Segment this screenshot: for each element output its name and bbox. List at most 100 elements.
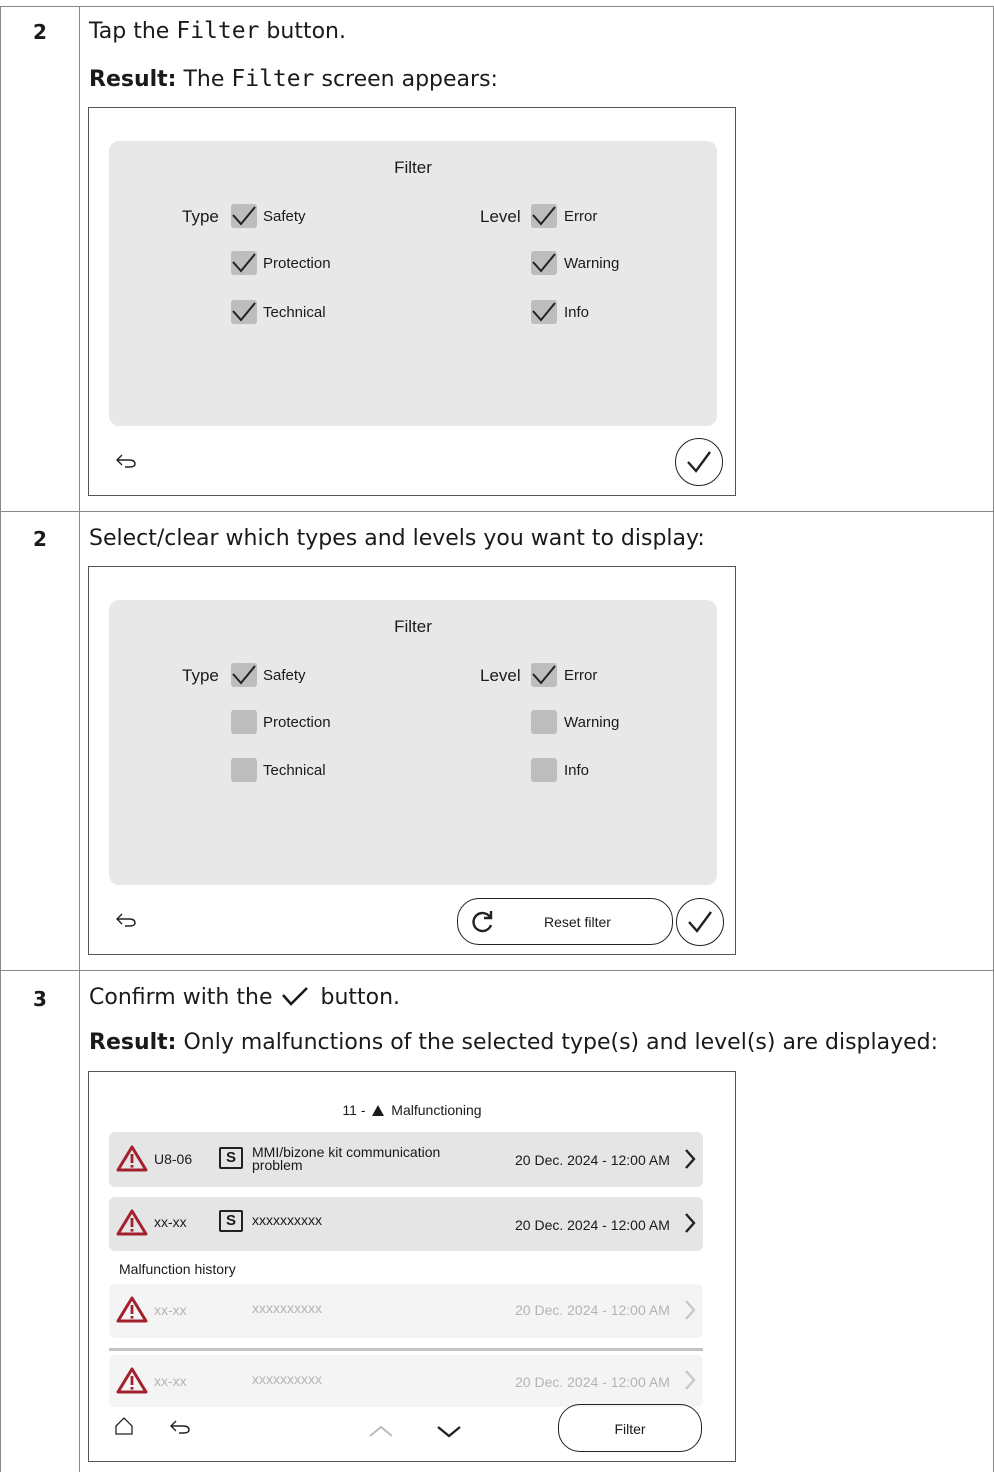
malfunction-date: 20 Dec. 2024 - 12:00 AM xyxy=(515,1374,670,1390)
chevron-right-icon xyxy=(685,1300,696,1320)
checkbox-error[interactable] xyxy=(531,204,557,228)
option-protection: Protection xyxy=(263,714,331,731)
home-icon[interactable] xyxy=(114,1416,134,1436)
checkbox-warning[interactable] xyxy=(531,251,557,275)
warning-icon xyxy=(116,1367,148,1394)
chevron-right-icon xyxy=(685,1149,696,1169)
malfunction-description: xxxxxxxxxx xyxy=(252,1300,322,1316)
table-border-row1 xyxy=(0,511,994,512)
malfunction-date: 20 Dec. 2024 - 12:00 AM xyxy=(515,1217,670,1233)
malfunction-code: xx-xx xyxy=(154,1373,187,1389)
panel-title: Filter xyxy=(394,617,432,636)
malfunction-code: xx-xx xyxy=(154,1302,187,1318)
step-number: 2 xyxy=(33,527,47,551)
reset-filter-button[interactable]: Reset filter xyxy=(457,898,673,945)
check-icon xyxy=(232,302,256,322)
checkbox-technical[interactable] xyxy=(231,300,257,324)
malfunction-description: xxxxxxxxxx xyxy=(252,1371,322,1387)
checkbox-safety[interactable] xyxy=(231,204,257,228)
option-error: Error xyxy=(564,667,598,684)
back-icon[interactable] xyxy=(115,912,137,928)
filter-button-label: Filter xyxy=(614,1421,646,1437)
step-result: Result: Only malfunctions of the selecte… xyxy=(89,1030,938,1055)
filter-panel: Filter Type Level Safety Protection Tech… xyxy=(109,141,717,426)
step-number: 2 xyxy=(33,20,47,44)
option-safety: Safety xyxy=(263,667,306,684)
warning-icon xyxy=(372,1105,385,1116)
confirm-button[interactable] xyxy=(675,438,723,486)
checkbox-technical[interactable] xyxy=(231,758,257,782)
filter-screen: Filter Type Level Safety Protection Tech… xyxy=(88,107,736,496)
warning-icon xyxy=(116,1296,148,1323)
option-warning: Warning xyxy=(564,255,620,272)
check-icon xyxy=(688,911,712,933)
level-label: Level xyxy=(480,207,521,226)
result-label: Result: xyxy=(89,67,177,92)
option-technical: Technical xyxy=(263,762,326,779)
step-number: 3 xyxy=(33,987,47,1011)
panel-title: Filter xyxy=(394,158,432,177)
check-icon xyxy=(532,253,556,273)
table-border-divider xyxy=(79,6,80,1472)
chevron-down-icon[interactable] xyxy=(436,1424,462,1438)
checkbox-info[interactable] xyxy=(531,758,557,782)
screen-title: Malfunctioning xyxy=(391,1102,482,1118)
checkbox-info[interactable] xyxy=(531,300,557,324)
history-label: Malfunction history xyxy=(119,1261,236,1277)
malfunction-screen: 11 - Malfunctioning U8-06 S MMI/bizone k… xyxy=(88,1071,736,1462)
result-label: Result: xyxy=(89,1030,177,1055)
option-technical: Technical xyxy=(263,304,326,321)
malfunction-date: 20 Dec. 2024 - 12:00 AM xyxy=(515,1152,670,1168)
malfunction-description: xxxxxxxxxx xyxy=(252,1212,322,1228)
check-icon xyxy=(232,206,256,226)
check-icon xyxy=(532,665,556,685)
table-border-row2 xyxy=(0,970,994,971)
checkbox-error[interactable] xyxy=(531,663,557,687)
malfunction-row[interactable]: U8-06 S MMI/bizone kit communication pro… xyxy=(109,1132,703,1187)
safety-badge: S xyxy=(219,1210,243,1232)
malfunction-date: 20 Dec. 2024 - 12:00 AM xyxy=(515,1302,670,1318)
checkbox-protection[interactable] xyxy=(231,710,257,734)
warning-icon xyxy=(116,1209,148,1236)
check-icon xyxy=(687,451,711,473)
history-row[interactable]: xx-xx xxxxxxxxxx 20 Dec. 2024 - 12:00 AM xyxy=(109,1355,703,1407)
history-row[interactable]: xx-xx xxxxxxxxxx 20 Dec. 2024 - 12:00 AM xyxy=(109,1284,703,1338)
result-text: Only malfunctions of the selected type(s… xyxy=(176,1030,939,1055)
malfunction-code: xx-xx xyxy=(154,1214,187,1230)
filter-button[interactable]: Filter xyxy=(558,1404,702,1452)
instruction-code: Filter xyxy=(176,18,260,44)
result-code: Filter xyxy=(231,66,315,92)
chevron-up-icon[interactable] xyxy=(368,1424,394,1438)
malfunction-code: U8-06 xyxy=(154,1151,193,1167)
checkbox-warning[interactable] xyxy=(531,710,557,734)
description-line: problem xyxy=(252,1157,303,1173)
step-instruction: Select/clear which types and levels you … xyxy=(89,526,705,551)
list-divider xyxy=(109,1348,703,1351)
check-icon xyxy=(532,206,556,226)
chevron-right-icon xyxy=(685,1370,696,1390)
back-icon[interactable] xyxy=(169,1419,191,1435)
malfunction-row[interactable]: xx-xx S xxxxxxxxxx 20 Dec. 2024 - 12:00 … xyxy=(109,1197,703,1251)
instruction-text: Confirm with the xyxy=(89,985,280,1010)
back-icon[interactable] xyxy=(115,453,137,469)
option-warning: Warning xyxy=(564,714,620,731)
result-text: The xyxy=(176,67,232,92)
instruction-text: button. xyxy=(259,19,346,44)
instruction-text: Tap the xyxy=(89,19,177,44)
instruction-text: button. xyxy=(313,985,401,1010)
check-icon xyxy=(532,302,556,322)
result-text: screen appears: xyxy=(314,67,498,92)
confirm-button[interactable] xyxy=(676,898,724,946)
malfunction-count: 11 - xyxy=(342,1102,366,1118)
filter-panel: Filter Type Level Safety Protection Tech… xyxy=(109,600,717,885)
option-error: Error xyxy=(564,208,598,225)
refresh-icon xyxy=(472,911,493,933)
filter-screen-edited: Filter Type Level Safety Protection Tech… xyxy=(88,566,736,955)
warning-icon xyxy=(116,1145,148,1172)
table-border-left xyxy=(0,6,1,1472)
screen-header: 11 - Malfunctioning xyxy=(89,1102,735,1118)
checkbox-safety[interactable] xyxy=(231,663,257,687)
type-label: Type xyxy=(182,666,219,685)
option-info: Info xyxy=(564,762,590,779)
checkbox-protection[interactable] xyxy=(231,251,257,275)
